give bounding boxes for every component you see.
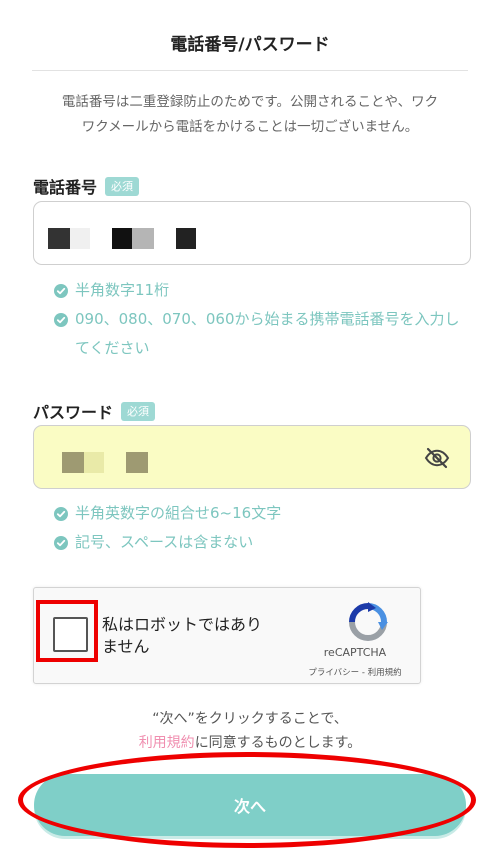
phone-hint-text: 090、080、070、060から始まる携帯電話番号を入力してください <box>75 310 460 357</box>
password-hint: 記号、スペースは含まない <box>54 528 474 557</box>
recaptcha-label-line-2: ません <box>102 637 150 656</box>
recaptcha-logo-icon <box>349 602 388 641</box>
phone-label: 電話番号 <box>33 178 98 197</box>
password-hint-text: 半角英数字の組合せ6~16文字 <box>75 504 282 522</box>
recaptcha-highlight-box <box>36 600 98 662</box>
recaptcha-checkbox[interactable] <box>53 617 88 652</box>
phone-hint: 半角数字11桁 <box>54 276 474 305</box>
password-hint-text: 記号、スペースは含まない <box>75 533 254 551</box>
phone-input[interactable] <box>33 201 471 265</box>
next-button[interactable]: 次へ <box>34 774 466 836</box>
redaction-block <box>48 228 70 249</box>
terms-agreement: “次へ”をクリックすることで、 利用規約に同意するものとします。 <box>0 707 500 755</box>
password-required-badge: 必須 <box>121 401 156 421</box>
password-hint: 半角英数字の組合せ6~16文字 <box>54 499 474 528</box>
recaptcha-brand: reCAPTCHA <box>323 646 387 659</box>
redaction-block <box>62 452 84 473</box>
eye-slash-icon[interactable] <box>424 445 450 471</box>
page-header: 電話番号/パスワード <box>0 0 500 72</box>
redaction-block <box>126 452 148 473</box>
terms-agreement-rest: に同意するものとします。 <box>194 735 362 751</box>
redaction-block <box>132 228 154 249</box>
phone-required-badge: 必須 <box>105 176 140 196</box>
privacy-notice-line-1: 電話番号は二重登録防止のためです。公開されることや、ワク <box>61 94 439 110</box>
recaptcha-widget: 私はロボットではあり ません reCAPTCHA プライバシー - 利用規約 <box>33 587 421 684</box>
password-input[interactable] <box>33 425 471 489</box>
password-label-row: パスワード 必須 <box>33 399 156 423</box>
privacy-notice-line-2: ワクメールから電話をかけることは一切ございません。 <box>81 119 419 135</box>
redaction-block <box>176 228 196 249</box>
check-circle-icon <box>54 313 68 327</box>
terms-link[interactable]: 利用規約 <box>139 735 195 751</box>
header-divider <box>32 70 468 71</box>
phone-hints: 半角数字11桁 090、080、070、060から始まる携帯電話番号を入力してく… <box>54 276 474 363</box>
terms-agreement-line-2: 利用規約に同意するものとします。 <box>0 731 500 755</box>
phone-hint-text: 半角数字11桁 <box>75 281 170 299</box>
phone-hint: 090、080、070、060から始まる携帯電話番号を入力してください <box>54 305 474 363</box>
redaction-block <box>112 228 132 249</box>
recaptcha-label-line-1: 私はロボットではあり <box>102 615 263 634</box>
recaptcha-label: 私はロボットではあり ません <box>102 614 292 658</box>
check-circle-icon <box>54 284 68 298</box>
password-hints: 半角英数字の組合せ6~16文字 記号、スペースは含まない <box>54 499 474 557</box>
check-circle-icon <box>54 536 68 550</box>
page-title: 電話番号/パスワード <box>170 35 330 55</box>
terms-agreement-line-1: “次へ”をクリックすることで、 <box>152 711 348 727</box>
redaction-block <box>70 228 90 249</box>
recaptcha-links[interactable]: プライバシー - 利用規約 <box>290 666 420 678</box>
password-label: パスワード <box>33 403 114 422</box>
redaction-block <box>84 452 104 473</box>
check-circle-icon <box>54 507 68 521</box>
privacy-notice: 電話番号は二重登録防止のためです。公開されることや、ワク ワクメールから電話をか… <box>30 90 470 140</box>
phone-label-row: 電話番号 必須 <box>33 174 140 198</box>
